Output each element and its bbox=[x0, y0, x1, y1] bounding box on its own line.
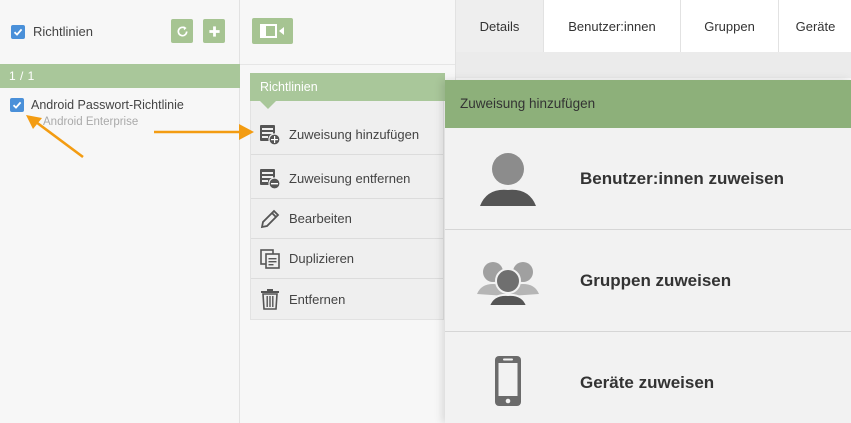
menu-item-delete[interactable]: Entfernen bbox=[251, 279, 443, 319]
add-policy-button[interactable] bbox=[203, 19, 225, 43]
actions-menu: Richtlinien Zuweisung hinzufügen Zuweisu… bbox=[250, 73, 445, 320]
menu-item-edit[interactable]: Bearbeiten bbox=[251, 199, 443, 239]
collapse-panel-icon bbox=[259, 24, 286, 38]
divider bbox=[240, 64, 455, 65]
option-label: Geräte zuweisen bbox=[580, 373, 715, 392]
menu-item-duplicate[interactable]: Duplizieren bbox=[251, 239, 443, 279]
menu-item-add-assignment[interactable]: Zuweisung hinzufügen bbox=[251, 115, 443, 155]
result-counter: 1 / 1 bbox=[0, 64, 240, 88]
policy-item-checkbox[interactable] bbox=[10, 98, 24, 112]
toggle-panel-button[interactable] bbox=[252, 18, 293, 44]
menu-item-label: Bearbeiten bbox=[289, 211, 352, 226]
plus-icon bbox=[208, 25, 221, 38]
policy-list-header: Richtlinien bbox=[0, 0, 240, 64]
policy-list-panel: Richtlinien 1 / 1 Android Passwort-Richt… bbox=[0, 0, 240, 423]
refresh-button[interactable] bbox=[171, 19, 193, 43]
select-all-checkbox[interactable] bbox=[11, 25, 25, 39]
actions-menu-header: Richtlinien bbox=[250, 73, 445, 109]
policy-item-subtitle: Android Enterprise bbox=[43, 116, 139, 128]
policy-list-item[interactable]: Android Passwort-Richtlinie Android Ente… bbox=[0, 88, 240, 138]
group-icon bbox=[470, 248, 545, 314]
menu-item-label: Zuweisung entfernen bbox=[289, 171, 411, 186]
phone-icon bbox=[470, 350, 545, 416]
menu-item-label: Zuweisung hinzufügen bbox=[289, 127, 420, 142]
assign-add-icon bbox=[259, 124, 281, 146]
duplicate-icon bbox=[259, 248, 281, 270]
tab-content-strip bbox=[456, 52, 851, 78]
pencil-icon bbox=[259, 208, 281, 230]
option-label: Benutzer:innen zuweisen bbox=[580, 168, 785, 188]
assign-devices-option[interactable]: Geräte zuweisen bbox=[445, 332, 851, 423]
menu-item-remove-assignment[interactable]: Zuweisung entfernen bbox=[251, 159, 443, 199]
assign-users-option[interactable]: Benutzer:innen zuweisen bbox=[445, 128, 851, 230]
menu-item-label: Entfernen bbox=[289, 291, 346, 307]
detail-tabs: Details Benutzer:innen Gruppen Geräte bbox=[456, 0, 851, 52]
tab-users[interactable]: Benutzer:innen bbox=[544, 0, 681, 52]
policy-list-title: Richtlinien bbox=[33, 24, 93, 39]
option-label: Gruppen zuweisen bbox=[580, 270, 732, 290]
assign-remove-icon bbox=[259, 168, 281, 190]
user-icon bbox=[470, 146, 545, 212]
dialog-title: Zuweisung hinzufügen bbox=[445, 80, 851, 128]
tab-groups[interactable]: Gruppen bbox=[681, 0, 779, 52]
assign-groups-option[interactable]: Gruppen zuweisen bbox=[445, 230, 851, 332]
add-assignment-dialog: Zuweisung hinzufügen Benutzer:innen zuwe… bbox=[445, 80, 851, 423]
actions-panel: Richtlinien Zuweisung hinzufügen Zuweisu… bbox=[240, 0, 455, 423]
policy-item-title: Android Passwort-Richtlinie bbox=[31, 98, 184, 112]
menu-item-label: Duplizieren bbox=[289, 251, 355, 266]
tab-devices[interactable]: Geräte bbox=[779, 0, 851, 52]
refresh-icon bbox=[176, 25, 189, 38]
trash-icon bbox=[259, 288, 281, 310]
tab-details[interactable]: Details bbox=[456, 0, 544, 52]
